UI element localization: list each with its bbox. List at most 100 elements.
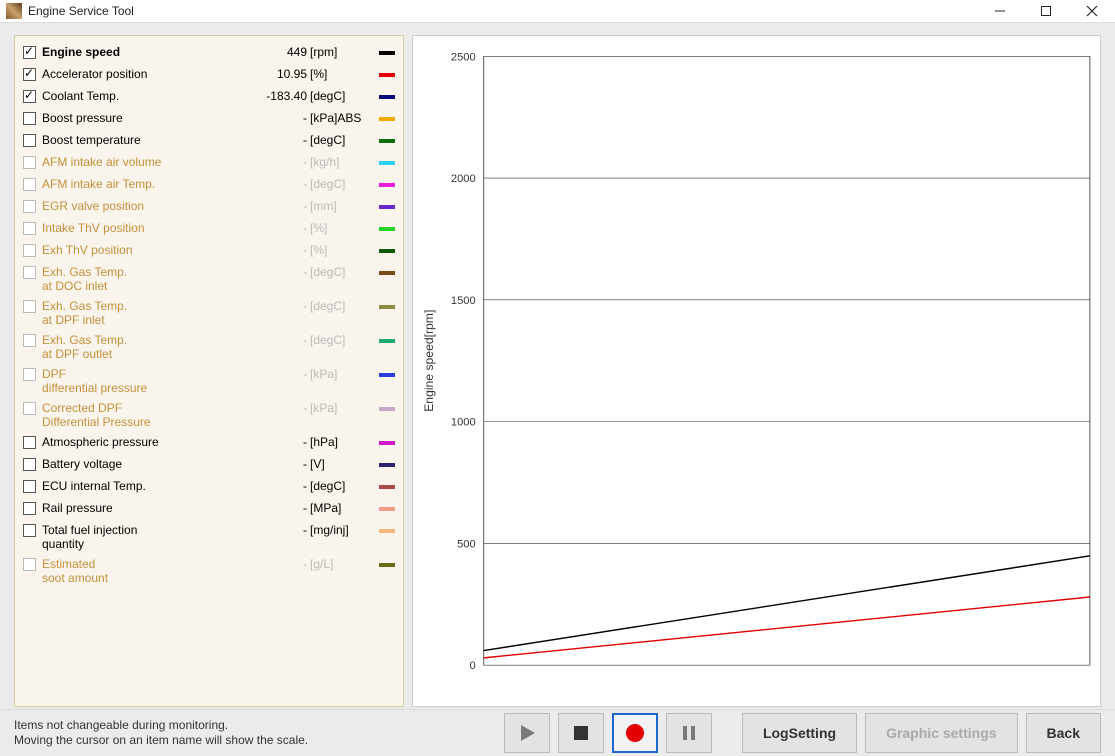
param-color-swatch [379,139,395,143]
param-checkbox[interactable] [23,46,36,59]
param-name[interactable]: Corrected DPFDifferential Pressure [42,401,252,429]
param-color-swatch [379,305,395,309]
logsetting-button[interactable]: LogSetting [742,713,857,753]
param-row: ECU internal Temp.-[degC] [23,476,395,498]
param-row: Boost pressure-[kPa]ABS [23,108,395,130]
param-row: Exh. Gas Temp.at DOC inlet-[degC] [23,262,395,296]
svg-text:1000: 1000 [451,417,476,429]
param-name[interactable]: Exh. Gas Temp.at DPF outlet [42,333,252,361]
param-name[interactable]: EGR valve position [42,199,252,213]
param-checkbox[interactable] [23,480,36,493]
param-name[interactable]: Boost temperature [42,133,252,147]
param-row: Atmospheric pressure-[hPa] [23,432,395,454]
param-name[interactable]: AFM intake air Temp. [42,177,252,191]
param-name[interactable]: AFM intake air volume [42,155,252,169]
param-value: 10.95 [252,67,307,81]
param-checkbox [23,156,36,169]
param-name[interactable]: Exh. Gas Temp.at DOC inlet [42,265,252,293]
param-color-swatch [379,95,395,99]
param-name[interactable]: Atmospheric pressure [42,435,252,449]
param-value: - [252,457,307,471]
parameter-list: Engine speed449[rpm]Accelerator position… [14,35,404,707]
param-row: Corrected DPFDifferential Pressure-[kPa] [23,398,395,432]
param-name[interactable]: Battery voltage [42,457,252,471]
param-color-swatch [379,485,395,489]
stop-button[interactable] [558,713,604,753]
param-name[interactable]: Exh ThV position [42,243,252,257]
svg-text:2000: 2000 [451,173,476,185]
close-icon [1086,5,1098,17]
pause-button[interactable] [666,713,712,753]
param-name[interactable]: Engine speed [42,45,252,59]
param-unit: [hPa] [307,435,375,449]
param-name[interactable]: Total fuel injectionquantity [42,523,252,551]
param-color-swatch [379,51,395,55]
back-button[interactable]: Back [1026,713,1101,753]
param-row: EGR valve position-[mm] [23,196,395,218]
param-color-swatch [379,339,395,343]
param-value: - [252,265,307,279]
param-name[interactable]: Boost pressure [42,111,252,125]
param-row: AFM intake air Temp.-[degC] [23,174,395,196]
param-name[interactable]: Coolant Temp. [42,89,252,103]
param-checkbox[interactable] [23,502,36,515]
param-value: - [252,177,307,191]
minimize-button[interactable] [977,0,1023,22]
param-unit: [degC] [307,177,375,191]
param-unit: [degC] [307,133,375,147]
param-name[interactable]: ECU internal Temp. [42,479,252,493]
param-name[interactable]: Estimatedsoot amount [42,557,252,585]
svg-text:Engine speed[rpm]: Engine speed[rpm] [422,310,436,412]
param-checkbox[interactable] [23,458,36,471]
param-checkbox[interactable] [23,68,36,81]
param-checkbox[interactable] [23,134,36,147]
param-name[interactable]: Exh. Gas Temp.at DPF inlet [42,299,252,327]
graphic-settings-button[interactable]: Graphic settings [865,713,1017,753]
titlebar: Engine Service Tool [0,0,1115,23]
hint-text: Items not changeable during monitoring. … [14,718,504,748]
param-unit: [degC] [307,479,375,493]
minimize-icon [994,5,1006,17]
param-name[interactable]: Accelerator position [42,67,252,81]
param-checkbox[interactable] [23,524,36,537]
param-color-swatch [379,249,395,253]
param-name[interactable]: Rail pressure [42,501,252,515]
param-color-swatch [379,271,395,275]
window-title: Engine Service Tool [28,4,977,18]
param-checkbox[interactable] [23,112,36,125]
param-value: - [252,435,307,449]
param-unit: [rpm] [307,45,375,59]
param-value: -183.40 [252,89,307,103]
svg-text:2500: 2500 [451,51,476,63]
param-row: Engine speed449[rpm] [23,42,395,64]
param-color-swatch [379,183,395,187]
record-button[interactable] [612,713,658,753]
param-checkbox[interactable] [23,90,36,103]
param-color-swatch [379,507,395,511]
param-name[interactable]: Intake ThV position [42,221,252,235]
param-unit: [V] [307,457,375,471]
param-row: AFM intake air volume-[kg/h] [23,152,395,174]
param-checkbox [23,178,36,191]
param-row: Accelerator position10.95[%] [23,64,395,86]
param-value: - [252,333,307,347]
close-button[interactable] [1069,0,1115,22]
param-checkbox[interactable] [23,436,36,449]
app-icon [6,3,22,19]
param-unit: [%] [307,221,375,235]
param-value: - [252,557,307,571]
param-row: Coolant Temp.-183.40[degC] [23,86,395,108]
param-color-swatch [379,73,395,77]
param-value: - [252,501,307,515]
param-checkbox [23,200,36,213]
param-checkbox [23,244,36,257]
param-row: Estimatedsoot amount-[g/L] [23,554,395,588]
param-row: Rail pressure-[MPa] [23,498,395,520]
param-row: Exh. Gas Temp.at DPF inlet-[degC] [23,296,395,330]
param-value: 449 [252,45,307,59]
param-name[interactable]: DPFdifferential pressure [42,367,252,395]
maximize-button[interactable] [1023,0,1069,22]
param-color-swatch [379,227,395,231]
param-color-swatch [379,161,395,165]
play-button[interactable] [504,713,550,753]
